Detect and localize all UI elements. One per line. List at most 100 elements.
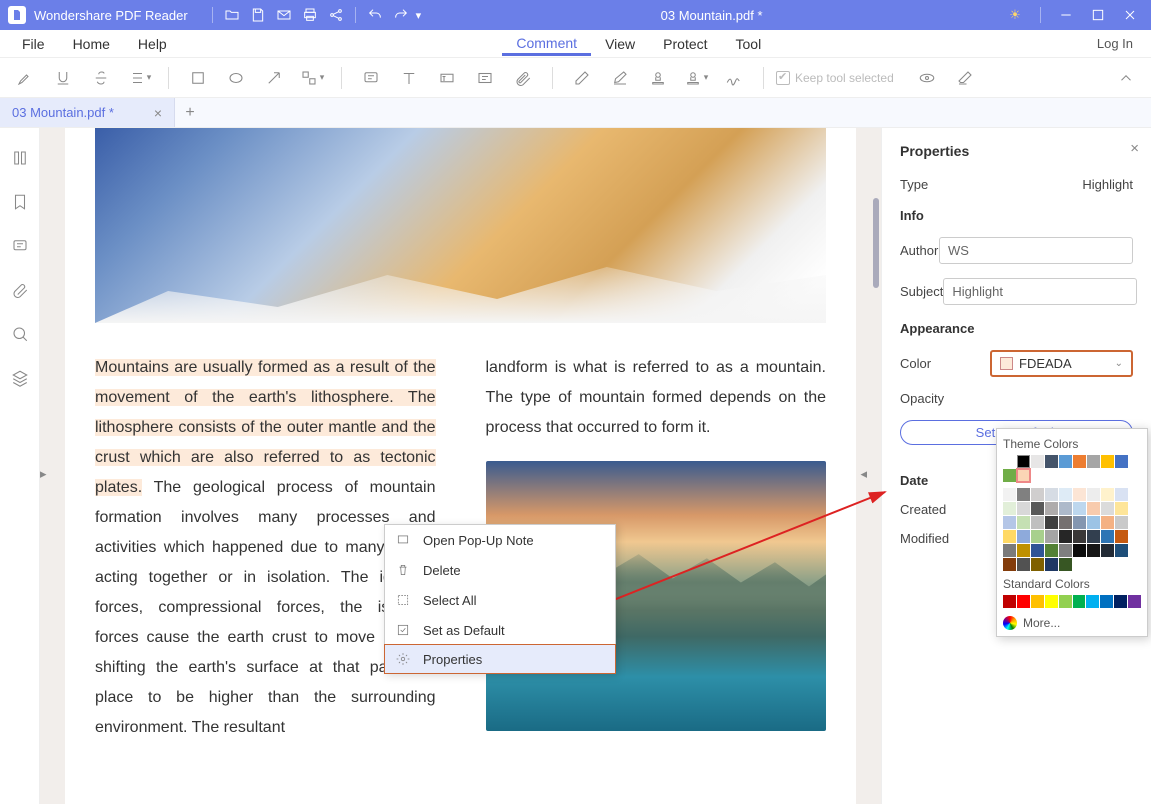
highlight-icon[interactable] bbox=[8, 64, 42, 92]
thumbnails-icon[interactable] bbox=[10, 148, 30, 168]
menu-home[interactable]: Home bbox=[59, 32, 124, 56]
list-icon[interactable]: ▾ bbox=[122, 64, 156, 92]
color-swatch[interactable] bbox=[1073, 502, 1086, 515]
color-swatch[interactable] bbox=[1045, 558, 1058, 571]
menu-comment[interactable]: Comment bbox=[502, 31, 591, 56]
color-swatch[interactable] bbox=[1114, 595, 1127, 608]
color-swatch[interactable] bbox=[1003, 595, 1016, 608]
color-swatch[interactable] bbox=[1115, 488, 1128, 501]
stamp-dropdown-icon[interactable]: ▾ bbox=[679, 64, 713, 92]
collapse-toolbar-icon[interactable] bbox=[1109, 64, 1143, 92]
attachments-icon[interactable] bbox=[10, 280, 30, 300]
color-swatch[interactable] bbox=[1101, 544, 1114, 557]
more-shapes-icon[interactable]: ▾ bbox=[295, 64, 329, 92]
author-input[interactable] bbox=[939, 237, 1133, 264]
color-swatch[interactable] bbox=[1100, 595, 1113, 608]
color-swatch[interactable] bbox=[1101, 455, 1114, 468]
color-swatch[interactable] bbox=[1059, 544, 1072, 557]
ctx-properties[interactable]: Properties bbox=[384, 644, 616, 674]
color-swatch[interactable] bbox=[1003, 558, 1016, 571]
expand-right-icon[interactable]: ◂ bbox=[860, 466, 867, 482]
color-swatch[interactable] bbox=[1045, 530, 1058, 543]
highlighted-text[interactable]: Mountains are usually formed as a result… bbox=[95, 359, 436, 496]
bookmark-icon[interactable] bbox=[10, 192, 30, 212]
color-swatch[interactable] bbox=[1087, 530, 1100, 543]
color-swatch[interactable] bbox=[1073, 595, 1086, 608]
color-swatch[interactable] bbox=[1087, 502, 1100, 515]
color-swatch[interactable] bbox=[1003, 516, 1016, 529]
color-swatch[interactable] bbox=[1073, 488, 1086, 501]
color-swatch[interactable] bbox=[1031, 530, 1044, 543]
menu-tool[interactable]: Tool bbox=[722, 32, 776, 56]
color-swatch[interactable] bbox=[1115, 455, 1128, 468]
color-swatch[interactable] bbox=[1101, 530, 1114, 543]
color-swatch[interactable] bbox=[1017, 516, 1030, 529]
maximize-icon[interactable] bbox=[1085, 2, 1111, 28]
color-swatch[interactable] bbox=[1087, 544, 1100, 557]
color-swatch[interactable] bbox=[1059, 558, 1072, 571]
color-swatch[interactable] bbox=[1086, 595, 1099, 608]
menu-view[interactable]: View bbox=[591, 32, 649, 56]
color-swatch[interactable] bbox=[1059, 530, 1072, 543]
color-swatch[interactable] bbox=[1017, 544, 1030, 557]
color-swatch-selected[interactable] bbox=[1017, 469, 1030, 482]
color-swatch[interactable] bbox=[1059, 455, 1072, 468]
color-swatch[interactable] bbox=[1031, 544, 1044, 557]
color-swatch[interactable] bbox=[1031, 558, 1044, 571]
color-swatch[interactable] bbox=[1115, 516, 1128, 529]
color-swatch[interactable] bbox=[1073, 455, 1086, 468]
text-icon[interactable] bbox=[392, 64, 426, 92]
comments-icon[interactable] bbox=[10, 236, 30, 256]
color-swatch[interactable] bbox=[1059, 488, 1072, 501]
color-swatch[interactable] bbox=[1073, 516, 1086, 529]
color-swatch[interactable] bbox=[1101, 516, 1114, 529]
expand-left-icon[interactable]: ▸ bbox=[40, 466, 47, 482]
subject-input[interactable] bbox=[943, 278, 1137, 305]
color-swatch[interactable] bbox=[1045, 516, 1058, 529]
ctx-delete[interactable]: Delete bbox=[385, 555, 615, 585]
attachment-icon[interactable] bbox=[506, 64, 540, 92]
color-swatch[interactable] bbox=[1017, 502, 1030, 515]
color-swatch[interactable] bbox=[1017, 455, 1030, 468]
folder-icon[interactable] bbox=[219, 2, 245, 28]
color-swatch[interactable] bbox=[1045, 595, 1058, 608]
close-window-icon[interactable] bbox=[1117, 2, 1143, 28]
strikethrough-icon[interactable] bbox=[84, 64, 118, 92]
color-swatch[interactable] bbox=[1031, 516, 1044, 529]
color-swatch[interactable] bbox=[1003, 502, 1016, 515]
color-swatch[interactable] bbox=[1003, 530, 1016, 543]
arrow-shape-icon[interactable] bbox=[257, 64, 291, 92]
signature-icon[interactable] bbox=[717, 64, 751, 92]
ctx-set-default[interactable]: Set as Default bbox=[385, 615, 615, 645]
color-swatch[interactable] bbox=[1003, 488, 1016, 501]
minimize-icon[interactable] bbox=[1053, 2, 1079, 28]
underline-icon[interactable] bbox=[46, 64, 80, 92]
theme-toggle-icon[interactable]: ☀ bbox=[1002, 2, 1028, 28]
eraser-icon[interactable] bbox=[565, 64, 599, 92]
color-swatch[interactable] bbox=[1101, 488, 1114, 501]
scrollbar[interactable] bbox=[873, 198, 879, 288]
color-swatch[interactable] bbox=[1115, 530, 1128, 543]
color-swatch[interactable] bbox=[1031, 488, 1044, 501]
color-swatch[interactable] bbox=[1017, 595, 1030, 608]
color-swatch[interactable] bbox=[1017, 488, 1030, 501]
color-dropdown[interactable]: FDEADA ⌄ bbox=[990, 350, 1133, 377]
color-swatch[interactable] bbox=[1045, 544, 1058, 557]
save-icon[interactable] bbox=[245, 2, 271, 28]
color-swatch[interactable] bbox=[1073, 544, 1086, 557]
share-icon[interactable] bbox=[323, 2, 349, 28]
document-tab[interactable]: 03 Mountain.pdf * × bbox=[0, 98, 175, 127]
color-swatch[interactable] bbox=[1128, 595, 1141, 608]
print-icon[interactable] bbox=[297, 2, 323, 28]
textbox-icon[interactable] bbox=[430, 64, 464, 92]
keep-tool-checkbox[interactable]: Keep tool selected bbox=[776, 71, 894, 85]
color-swatch[interactable] bbox=[1031, 595, 1044, 608]
new-tab-button[interactable]: + bbox=[175, 104, 205, 122]
rectangle-icon[interactable] bbox=[181, 64, 215, 92]
redo-icon[interactable] bbox=[388, 2, 414, 28]
color-swatch[interactable] bbox=[1045, 502, 1058, 515]
layers-icon[interactable] bbox=[10, 368, 30, 388]
color-swatch[interactable] bbox=[1003, 455, 1016, 468]
menu-file[interactable]: File bbox=[8, 32, 59, 56]
hide-comments-icon[interactable] bbox=[910, 64, 944, 92]
